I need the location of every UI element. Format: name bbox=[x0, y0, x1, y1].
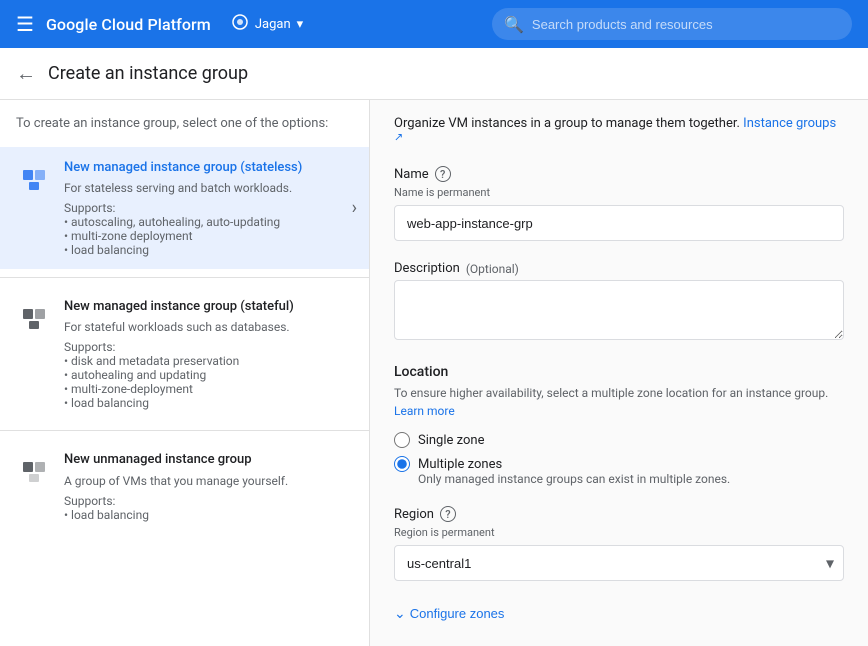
option-unmanaged[interactable]: New unmanaged instance group A group of … bbox=[0, 439, 369, 533]
project-name: Jagan bbox=[255, 17, 291, 32]
search-bar[interactable]: 🔍 bbox=[492, 8, 852, 40]
stateless-support-0: • autoscaling, autohealing, auto-updatin… bbox=[64, 215, 280, 229]
multiple-zones-option: Multiple zones Only managed instance gro… bbox=[394, 456, 844, 486]
stateless-title: New managed instance group (stateless) bbox=[64, 159, 353, 177]
left-panel: To create an instance group, select one … bbox=[0, 100, 370, 646]
single-zone-text: Single zone bbox=[418, 433, 484, 448]
configure-zones-expand-icon: ⌄ bbox=[394, 605, 406, 622]
location-section: Location To ensure higher availability, … bbox=[394, 364, 844, 486]
app-logo: Google Cloud Platform bbox=[46, 15, 211, 34]
configure-zones-button[interactable]: ⌄ Configure zones bbox=[394, 601, 504, 626]
region-section: Region ? Region is permanent us-central1… bbox=[394, 506, 844, 581]
multiple-zones-text: Multiple zones bbox=[418, 457, 502, 472]
stateless-desc: For stateless serving and batch workload… bbox=[64, 181, 353, 195]
stateless-support-1: • multi-zone deployment bbox=[64, 229, 193, 243]
multiple-zones-label[interactable]: Multiple zones bbox=[394, 456, 844, 472]
supports-label: Supports: bbox=[64, 201, 115, 215]
stateful-title: New managed instance group (stateful) bbox=[64, 298, 353, 316]
region-help-icon[interactable]: ? bbox=[440, 506, 456, 522]
region-sublabel: Region is permanent bbox=[394, 526, 844, 539]
stateful-supports-label: Supports: bbox=[64, 340, 115, 354]
unmanaged-title: New unmanaged instance group bbox=[64, 451, 353, 469]
stateless-support-2: • load balancing bbox=[64, 243, 149, 257]
single-zone-radio[interactable] bbox=[394, 432, 410, 448]
back-arrow-icon: ← bbox=[16, 61, 36, 86]
description-input[interactable] bbox=[394, 280, 844, 340]
stateless-content: New managed instance group (stateless) F… bbox=[64, 159, 353, 257]
main-layout: To create an instance group, select one … bbox=[0, 100, 868, 646]
stateful-support-2: • multi-zone-deployment bbox=[64, 382, 193, 396]
learn-more-link[interactable]: Learn more bbox=[394, 404, 455, 418]
stateless-chevron-icon: › bbox=[352, 198, 357, 219]
project-icon bbox=[231, 13, 249, 35]
unmanaged-supports-label: Supports: bbox=[64, 494, 115, 508]
stateful-support-1: • autohealing and updating bbox=[64, 368, 206, 382]
name-help-icon[interactable]: ? bbox=[435, 166, 451, 182]
back-button[interactable]: ← bbox=[16, 61, 36, 86]
stateless-icon bbox=[16, 161, 52, 197]
project-chevron-icon: ▾ bbox=[297, 17, 304, 32]
search-input[interactable] bbox=[532, 17, 840, 32]
top-navigation: ☰ Google Cloud Platform Jagan ▾ 🔍 bbox=[0, 0, 868, 48]
location-desc: To ensure higher availability, select a … bbox=[394, 384, 844, 420]
page-header: ← Create an instance group bbox=[0, 48, 868, 100]
region-label: Region ? bbox=[394, 506, 844, 522]
description-section: Description (Optional) bbox=[394, 261, 844, 344]
stateful-content: New managed instance group (stateful) Fo… bbox=[64, 298, 353, 410]
unmanaged-icon bbox=[16, 453, 52, 489]
single-zone-label[interactable]: Single zone bbox=[394, 432, 844, 448]
right-panel: Organize VM instances in a group to mana… bbox=[370, 100, 868, 646]
right-panel-intro: Organize VM instances in a group to mana… bbox=[394, 116, 844, 150]
divider-1 bbox=[0, 277, 369, 278]
page-title: Create an instance group bbox=[48, 63, 248, 84]
stateful-support-0: • disk and metadata preservation bbox=[64, 354, 239, 368]
name-input[interactable] bbox=[394, 205, 844, 241]
search-icon: 🔍 bbox=[504, 15, 524, 34]
location-radio-group: Single zone Multiple zones Only managed … bbox=[394, 432, 844, 486]
region-select[interactable]: us-central1 us-east1 us-west1 europe-wes… bbox=[394, 545, 844, 581]
hamburger-menu-icon[interactable]: ☰ bbox=[16, 12, 34, 36]
option-stateful[interactable]: New managed instance group (stateful) Fo… bbox=[0, 286, 369, 422]
stateless-supports: Supports: • autoscaling, autohealing, au… bbox=[64, 201, 353, 257]
region-select-wrapper: us-central1 us-east1 us-west1 europe-wes… bbox=[394, 545, 844, 581]
divider-2 bbox=[0, 430, 369, 431]
name-section: Name ? Name is permanent bbox=[394, 166, 844, 241]
description-optional: (Optional) bbox=[466, 262, 519, 276]
single-zone-option: Single zone bbox=[394, 432, 844, 448]
stateful-icon bbox=[16, 300, 52, 336]
project-selector[interactable]: Jagan ▾ bbox=[231, 13, 303, 35]
left-panel-intro: To create an instance group, select one … bbox=[0, 116, 369, 147]
unmanaged-support-0: • load balancing bbox=[64, 508, 149, 522]
location-title: Location bbox=[394, 364, 844, 380]
stateful-support-3: • load balancing bbox=[64, 396, 149, 410]
multiple-zones-note: Only managed instance groups can exist i… bbox=[418, 472, 844, 486]
name-sublabel: Name is permanent bbox=[394, 186, 844, 199]
name-label: Name ? bbox=[394, 166, 844, 182]
description-label: Description (Optional) bbox=[394, 261, 844, 276]
multiple-zones-radio[interactable] bbox=[394, 456, 410, 472]
configure-zones-section: ⌄ Configure zones bbox=[394, 601, 844, 626]
unmanaged-supports: Supports: • load balancing bbox=[64, 494, 353, 522]
unmanaged-desc: A group of VMs that you manage yourself. bbox=[64, 474, 353, 488]
external-link-icon: ↗ bbox=[394, 131, 403, 144]
stateful-supports: Supports: • disk and metadata preservati… bbox=[64, 340, 353, 410]
option-stateless[interactable]: New managed instance group (stateless) F… bbox=[0, 147, 369, 269]
stateful-desc: For stateful workloads such as databases… bbox=[64, 320, 353, 334]
unmanaged-content: New unmanaged instance group A group of … bbox=[64, 451, 353, 521]
